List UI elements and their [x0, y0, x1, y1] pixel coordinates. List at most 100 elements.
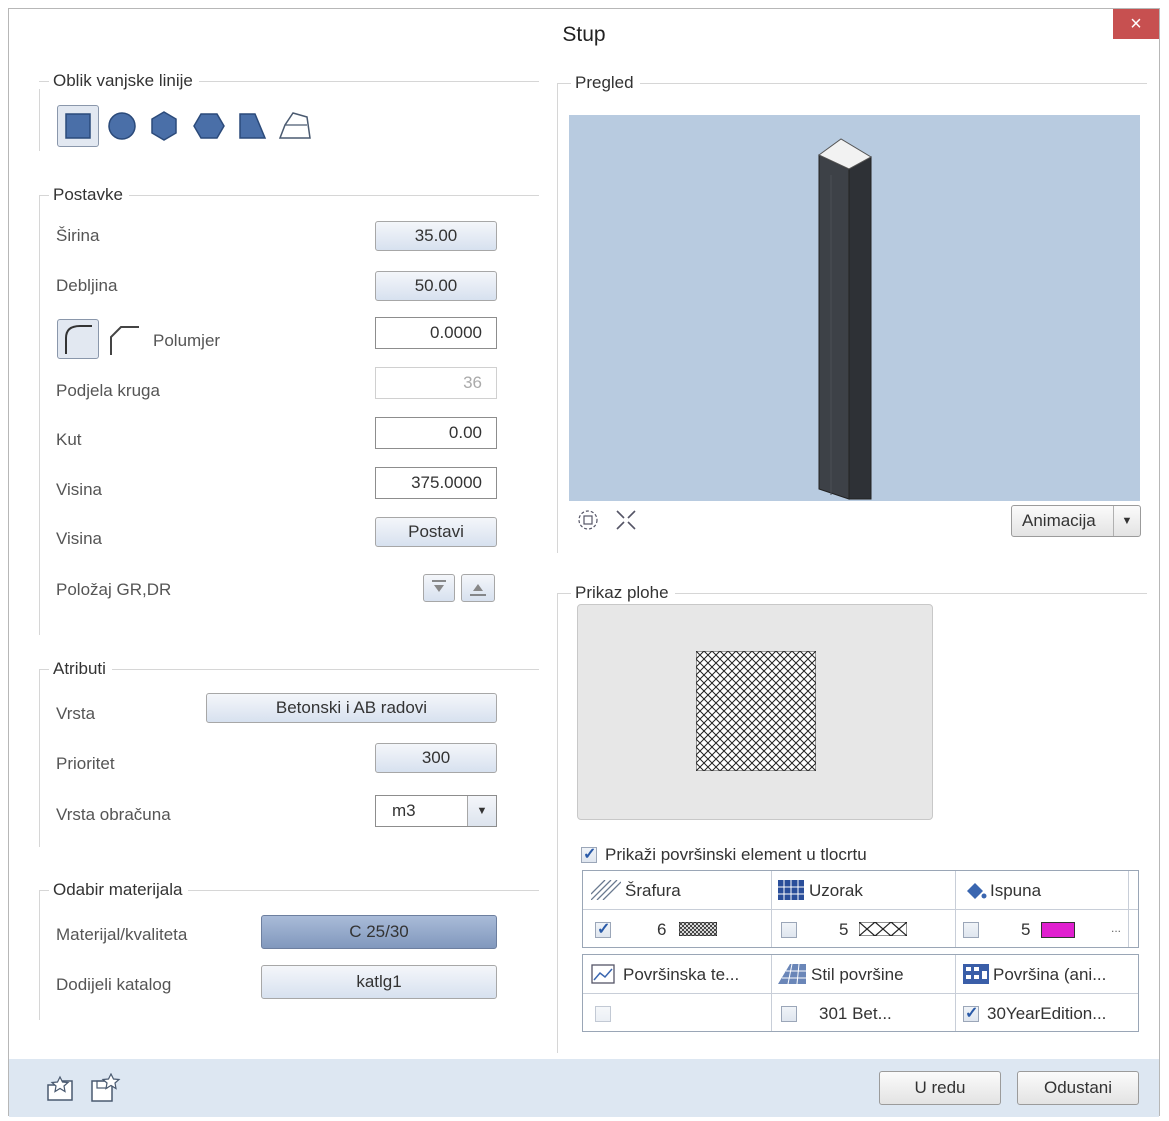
circle-icon[interactable]: [105, 109, 139, 143]
radius-label: Polumjer: [153, 331, 221, 350]
settings-group-left-border: [39, 195, 40, 635]
circle-division-input[interactable]: 36: [375, 367, 497, 399]
crosshatch-swatch: [696, 651, 816, 771]
hexagon-icon[interactable]: [147, 109, 181, 143]
texture-checkbox[interactable]: [595, 1006, 611, 1022]
fill-more-button[interactable]: ...: [1111, 921, 1121, 935]
hatch-swatch[interactable]: [679, 922, 717, 936]
col-surface-header[interactable]: Površina (ani...: [993, 965, 1106, 985]
cancel-button[interactable]: Odustani: [1017, 1071, 1139, 1105]
style-checkbox[interactable]: [781, 1006, 797, 1022]
show-surface-label: Prikaži površinski element u tlocrtu: [605, 845, 867, 864]
rounded-corner-icon: [65, 325, 92, 354]
preview-group-left-border: [557, 83, 558, 553]
calc-type-label: Vrsta obračuna: [56, 805, 171, 824]
catalog-label: Dodijeli katalog: [56, 975, 172, 994]
preview-group-line: [557, 83, 1147, 84]
quality-label: Materijal/kvaliteta: [56, 925, 188, 944]
dialog-window: Stup × Oblik vanjske linije Postavke Šir…: [8, 8, 1160, 1117]
surface-table-bottom: Površinska te... Stil površine Površina …: [582, 954, 1139, 1032]
window-title: Stup: [562, 23, 606, 46]
rounded-corner-button[interactable]: [57, 319, 99, 359]
surface-checkbox[interactable]: [963, 1003, 979, 1023]
fill-bucket-icon: [967, 883, 987, 899]
priority-label: Prioritet: [56, 754, 115, 773]
preview-viewport[interactable]: [569, 115, 1140, 501]
zoom-extents-icon[interactable]: [613, 507, 639, 533]
col-style-header[interactable]: Stil površine: [811, 965, 904, 985]
footer-bar: U redu Odustani: [9, 1059, 1159, 1117]
attributes-group-line: [39, 669, 539, 670]
height-set-button[interactable]: Postavi: [375, 517, 497, 547]
surface-value[interactable]: 30YearEdition...: [987, 1004, 1106, 1024]
pattern-swatch[interactable]: [859, 922, 907, 936]
angle-input[interactable]: 0.00: [375, 417, 497, 449]
ok-button[interactable]: U redu: [879, 1071, 1001, 1105]
surface-preview-box: [577, 604, 933, 820]
height-input[interactable]: 375.0000: [375, 467, 497, 499]
calc-type-select[interactable]: m3 ▼: [375, 795, 497, 827]
title-bar: Stup ×: [9, 9, 1159, 59]
attributes-group-title: Atributi: [49, 659, 112, 679]
orbit-icon[interactable]: [575, 507, 601, 533]
position-up-button[interactable]: [461, 574, 495, 602]
rectangle-icon: [65, 113, 91, 139]
surface-style-icon: [778, 964, 806, 984]
col-texture-header[interactable]: Površinska te...: [623, 965, 739, 985]
settings-group-title: Postavke: [49, 185, 129, 205]
animation-label: Animacija: [1022, 511, 1096, 530]
rectangle-shape-button[interactable]: [57, 105, 99, 147]
preview-group-title: Pregled: [571, 73, 640, 93]
fill-number: 5: [1021, 920, 1031, 939]
pattern-icon: [778, 880, 804, 900]
show-surface-checkbox[interactable]: [581, 844, 597, 864]
height-label: Visina: [56, 480, 102, 499]
position-label: Položaj GR,DR: [56, 580, 172, 599]
polygon-icon[interactable]: [277, 109, 313, 143]
shape-group-title: Oblik vanjske linije: [49, 71, 199, 91]
animation-dropdown[interactable]: Animacija ▼: [1011, 505, 1141, 537]
height-set-label: Visina: [56, 529, 102, 548]
close-button[interactable]: ×: [1113, 9, 1159, 39]
arrow-up-to-line-icon: [470, 584, 486, 596]
position-down-button[interactable]: [423, 574, 455, 602]
material-group-title: Odabir materijala: [49, 880, 189, 900]
type-label: Vrsta: [56, 704, 96, 723]
pattern-checkbox[interactable]: [781, 922, 797, 938]
fill-color-swatch[interactable]: [1041, 922, 1075, 938]
hatching-icon: [591, 880, 621, 900]
chamfer-corner-icon[interactable]: [105, 321, 141, 357]
trapezoid-icon[interactable]: [235, 109, 269, 143]
animated-surface-icon: [963, 964, 989, 984]
texture-icon: [591, 964, 615, 984]
surface-table-top: Šrafura Uzorak Ispuna 6 5 5 ...: [582, 870, 1139, 948]
chevron-down-icon[interactable]: ▼: [467, 796, 496, 826]
style-value[interactable]: 301 Bet...: [819, 1004, 892, 1024]
catalog-value-button[interactable]: katlg1: [261, 965, 497, 999]
favorite-save-icon[interactable]: [89, 1073, 121, 1103]
octagon-icon[interactable]: [191, 109, 227, 143]
column-3d-render: [818, 138, 873, 500]
surface-group-title: Prikaz plohe: [571, 583, 675, 603]
quality-value-button[interactable]: C 25/30: [261, 915, 497, 949]
favorite-open-icon[interactable]: [45, 1075, 75, 1103]
calc-type-value: m3: [392, 801, 416, 820]
attributes-group-left-border: [39, 669, 40, 847]
circle-division-label: Podjela kruga: [56, 381, 160, 400]
fill-checkbox[interactable]: [963, 922, 979, 938]
hatch-checkbox[interactable]: [595, 919, 611, 939]
type-value-button[interactable]: Betonski i AB radovi: [206, 693, 497, 723]
col-hatch-header[interactable]: Šrafura: [625, 881, 681, 901]
thickness-label: Debljina: [56, 276, 118, 295]
chevron-down-icon[interactable]: ▼: [1113, 506, 1140, 536]
width-value-button[interactable]: 35.00: [375, 221, 497, 251]
col-pattern-header[interactable]: Uzorak: [809, 881, 863, 901]
thickness-value-button[interactable]: 50.00: [375, 271, 497, 301]
width-label: Širina: [56, 226, 100, 245]
priority-value-button[interactable]: 300: [375, 743, 497, 773]
col-fill-header[interactable]: Ispuna: [990, 881, 1041, 901]
radius-input[interactable]: 0.0000: [375, 317, 497, 349]
arrow-down-to-line-icon: [432, 580, 446, 592]
material-group-left-border: [39, 890, 40, 1020]
surface-group-left-border: [557, 593, 558, 1053]
